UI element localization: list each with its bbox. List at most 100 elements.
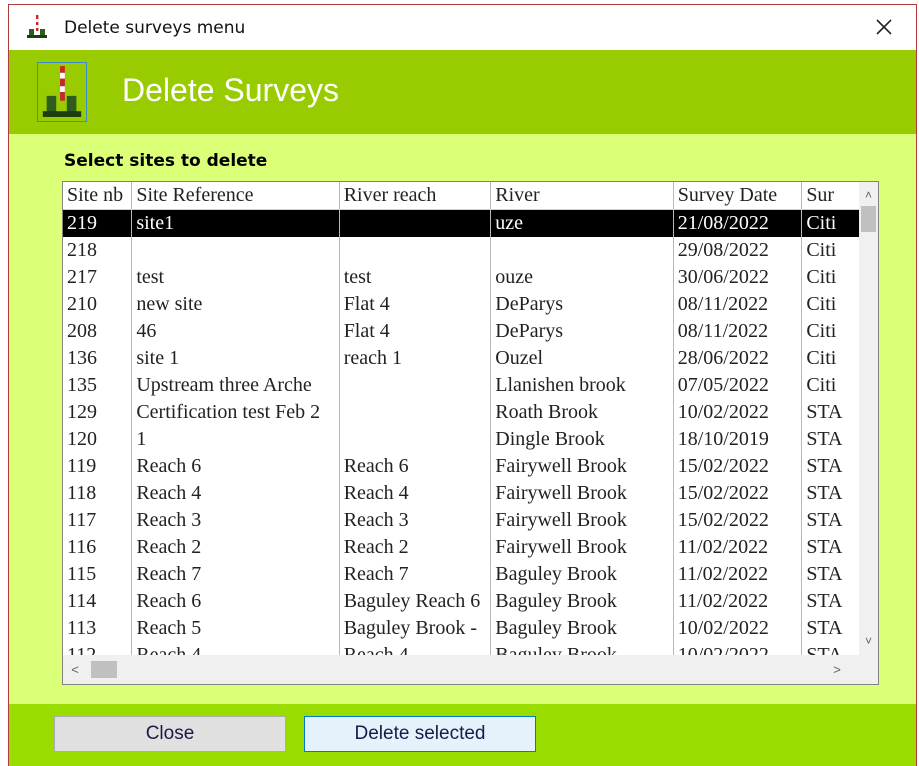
- scroll-left-icon[interactable]: ˂: [65, 655, 85, 684]
- column-header[interactable]: Sur: [801, 182, 860, 210]
- table-cell: 10/02/2022: [673, 615, 803, 642]
- column-header[interactable]: River reach: [339, 182, 492, 210]
- column-header[interactable]: Site nb: [63, 182, 133, 210]
- table-cell: Reach 2: [339, 534, 492, 561]
- table-row[interactable]: 218 29/08/2022 Citi: [63, 237, 860, 264]
- table-cell: 118: [63, 480, 133, 507]
- table-cell: 15/02/2022: [673, 480, 803, 507]
- table-cell: Fairywell Brook: [490, 534, 674, 561]
- table-cell: [339, 372, 492, 399]
- table-row[interactable]: 116 Reach 2 Reach 2 Fairywell Brook 11/02/20…: [63, 534, 860, 561]
- vertical-scroll-thumb[interactable]: [861, 206, 876, 232]
- table-cell: STA: [801, 534, 860, 561]
- table-cell: 136: [63, 345, 133, 372]
- table-cell: STA: [801, 642, 860, 655]
- scroll-up-icon[interactable]: ˄: [859, 186, 878, 204]
- table-row[interactable]: 119 Reach 6 Reach 6 Fairywell Brook 15/02/20…: [63, 453, 860, 480]
- table-cell: Reach 4: [131, 642, 340, 655]
- table-cell: uze: [490, 209, 674, 237]
- horizontal-scroll-thumb[interactable]: [91, 661, 117, 678]
- table-cell: 08/11/2022: [673, 291, 803, 318]
- table-cell: Citi: [801, 345, 860, 372]
- table-cell: ouze: [490, 264, 674, 291]
- horizontal-scrollbar[interactable]: ˂ ˃: [63, 655, 860, 684]
- table-row[interactable]: 217 test test ouze 30/06/2022 Citi: [63, 264, 860, 291]
- logo-icon: [37, 62, 87, 122]
- table-cell: 11/02/2022: [673, 561, 803, 588]
- table-cell: Citi: [801, 237, 860, 264]
- table-cell: Flat 4: [339, 291, 492, 318]
- table-cell: STA: [801, 561, 860, 588]
- table-cell: Ouzel: [490, 345, 674, 372]
- table-cell: Citi: [801, 291, 860, 318]
- table-cell: Baguley Brook: [490, 561, 674, 588]
- table-cell: Reach 3: [131, 507, 340, 534]
- table-cell: [339, 237, 492, 264]
- app-icon: [27, 15, 47, 38]
- table-row[interactable]: 115 Reach 7 Reach 7 Baguley Brook 11/02/2022…: [63, 561, 860, 588]
- table-cell: 119: [63, 453, 133, 480]
- table-cell: STA: [801, 588, 860, 615]
- table-cell: Citi: [801, 372, 860, 399]
- table-cell: Dingle Brook: [490, 426, 674, 453]
- table-cell: 115: [63, 561, 133, 588]
- table-cell: 10/02/2022: [673, 642, 803, 655]
- table-row[interactable]: 114 Reach 6 Baguley Reach 6 Baguley Brook 11…: [63, 588, 860, 615]
- table-row[interactable]: 208 46 Flat 4 DeParys 08/11/2022 Citi: [63, 318, 860, 345]
- delete-selected-button[interactable]: Delete selected: [304, 716, 536, 752]
- table-cell: 208: [63, 318, 133, 345]
- table-row[interactable]: 135 Upstream three Arche Llanishen brook 07…: [63, 372, 860, 399]
- table-cell: Citi: [801, 318, 860, 345]
- table-cell: Reach 7: [131, 561, 340, 588]
- delete-surveys-window: Delete surveys menu Delete Surveys Selec…: [8, 4, 917, 766]
- table-cell: Fairywell Brook: [490, 453, 674, 480]
- table-cell: 1: [131, 426, 340, 453]
- table-cell: Baguley Brook: [490, 642, 674, 655]
- table-cell: Baguley Brook: [490, 588, 674, 615]
- table-cell: 117: [63, 507, 133, 534]
- close-icon[interactable]: [872, 15, 896, 39]
- table-cell: test: [131, 264, 340, 291]
- surveys-list[interactable]: Site nb Site Reference River reach River Sur…: [62, 181, 879, 685]
- table-cell: Reach 4: [131, 480, 340, 507]
- table-cell: Reach 2: [131, 534, 340, 561]
- header-banner: Delete Surveys: [9, 50, 916, 134]
- table-cell: Baguley Brook -: [339, 615, 492, 642]
- table-cell: Reach 3: [339, 507, 492, 534]
- table-cell: Fairywell Brook: [490, 480, 674, 507]
- table-cell: new site: [131, 291, 340, 318]
- table-cell: Reach 6: [339, 453, 492, 480]
- table-row[interactable]: 136 site 1 reach 1 Ouzel 28/06/2022 Citi: [63, 345, 860, 372]
- table-row[interactable]: 117 Reach 3 Reach 3 Fairywell Brook 15/02/20…: [63, 507, 860, 534]
- table-cell: reach 1: [339, 345, 492, 372]
- page-heading: Delete Surveys: [122, 72, 339, 108]
- table-row[interactable]: 219 site1 uze 21/08/2022 Citi: [63, 209, 860, 237]
- table-cell: 29/08/2022: [673, 237, 803, 264]
- column-header[interactable]: River: [490, 182, 674, 210]
- table-cell: 08/11/2022: [673, 318, 803, 345]
- column-header[interactable]: Survey Date: [673, 182, 803, 210]
- table-cell: Reach 7: [339, 561, 492, 588]
- surveys-table: Site nb Site Reference River reach River Sur…: [63, 182, 860, 655]
- table-row[interactable]: 129 Certification test Feb 2 Roath Brook 10…: [63, 399, 860, 426]
- column-header[interactable]: Site Reference: [131, 182, 340, 210]
- close-button[interactable]: Close: [54, 716, 286, 752]
- select-sites-label: Select sites to delete: [64, 151, 268, 171]
- scroll-down-icon[interactable]: ˅: [859, 632, 878, 650]
- content-panel: Select sites to delete Site nb Site Refer…: [9, 134, 916, 704]
- table-row[interactable]: 210 new site Flat 4 DeParys 08/11/2022 Citi: [63, 291, 860, 318]
- vertical-scrollbar[interactable]: ˄ ˅: [859, 182, 878, 655]
- table-cell: Flat 4: [339, 318, 492, 345]
- table-cell: 217: [63, 264, 133, 291]
- table-row[interactable]: 118 Reach 4 Reach 4 Fairywell Brook 15/02/20…: [63, 480, 860, 507]
- table-cell: Fairywell Brook: [490, 507, 674, 534]
- table-row[interactable]: 120 1 Dingle Brook 18/10/2019 STA: [63, 426, 860, 453]
- table-cell: 15/02/2022: [673, 453, 803, 480]
- table-row[interactable]: 113 Reach 5 Baguley Brook - Baguley Brook 10…: [63, 615, 860, 642]
- table-row[interactable]: 112 Reach 4 Reach 4 Baguley Brook 10/02/2022…: [63, 642, 860, 655]
- scroll-right-icon[interactable]: ˃: [827, 655, 847, 684]
- table-cell: [490, 237, 674, 264]
- table-cell: STA: [801, 615, 860, 642]
- window-title: Delete surveys menu: [64, 18, 246, 38]
- table-cell: 15/02/2022: [673, 507, 803, 534]
